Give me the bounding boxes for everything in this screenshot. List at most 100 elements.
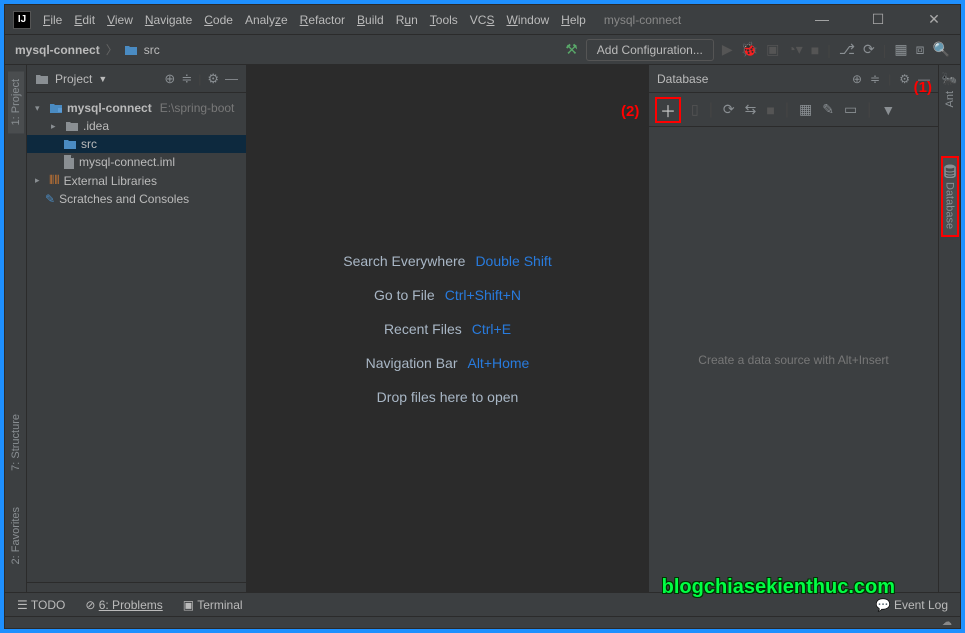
folder-icon <box>124 44 138 56</box>
breadcrumb-project[interactable]: mysql-connect <box>15 43 100 57</box>
left-gutter: 1: Project 7: Structure 2: Favorites <box>5 65 27 592</box>
run-icon[interactable]: ▶ <box>722 41 733 58</box>
menu-code[interactable]: Code <box>204 13 233 27</box>
database-panel: (2) Database ⊕ ≑ | ⚙ — ＋ ▯ | ⟳ ⇆ ■ | ▦ ✎… <box>648 65 938 592</box>
stop-icon[interactable]: ■ <box>811 42 819 58</box>
source-folder-icon <box>63 138 77 150</box>
hint-recent-label: Recent Files <box>384 321 462 337</box>
db-placeholder: Create a data source with Alt+Insert <box>698 353 888 367</box>
annotation-1: (1) <box>914 79 932 96</box>
titlebar: IJ File Edit View Navigate Code Analyze … <box>5 5 960 35</box>
navigation-bar: mysql-connect 〉 src ⚒ Add Configuration.… <box>5 35 960 65</box>
chevron-right-icon: 〉 <box>106 41 118 58</box>
gear-icon[interactable]: ⚙ <box>207 71 219 87</box>
debug-icon[interactable]: 🐞 <box>741 41 758 58</box>
breadcrumb-folder[interactable]: src <box>144 43 160 57</box>
title-project: mysql-connect <box>604 13 681 27</box>
right-gutter: 🐜 Ant Database (1) <box>938 65 960 592</box>
db-refresh-icon[interactable]: ⟳ <box>723 101 735 118</box>
window-maximize-button[interactable]: ☐ <box>860 11 896 28</box>
menu-analyze[interactable]: Analyze <box>245 13 288 27</box>
menu-navigate[interactable]: Navigate <box>145 13 192 27</box>
hammer-icon[interactable]: ⚒ <box>565 41 578 58</box>
notifications-icon[interactable]: ☁ <box>942 617 952 628</box>
main-menu: File Edit View Navigate Code Analyze Ref… <box>43 13 586 27</box>
menu-build[interactable]: Build <box>357 13 384 27</box>
window-close-button[interactable]: ✕ <box>916 11 952 28</box>
tab-favorites[interactable]: 2: Favorites <box>8 499 24 572</box>
tab-ant[interactable]: Ant <box>942 87 958 112</box>
expand-icon[interactable]: ≑ <box>181 71 192 87</box>
db-table-icon[interactable]: ▦ <box>799 101 812 118</box>
editor-empty-state: Search Everywhere Double Shift Go to File… <box>247 65 648 592</box>
menu-help[interactable]: Help <box>561 13 586 27</box>
database-panel-title: Database <box>657 72 708 86</box>
add-configuration-button[interactable]: Add Configuration... <box>586 39 714 61</box>
hint-goto-label: Go to File <box>374 287 435 303</box>
profile-icon[interactable]: ◔▾ <box>787 41 802 58</box>
app-logo-icon: IJ <box>13 11 31 29</box>
target-icon[interactable]: ⊕ <box>164 71 175 87</box>
db-gear-icon[interactable]: ⚙ <box>899 72 910 86</box>
db-console-icon[interactable]: ▭ <box>844 101 857 118</box>
tree-external-libs[interactable]: ▸ ⦀⦀ External Libraries <box>27 171 246 190</box>
status-problems[interactable]: ⊘ 6: Problems <box>85 598 162 612</box>
file-icon <box>63 155 75 169</box>
db-filter-icon[interactable]: ▼ <box>881 102 895 118</box>
window-minimize-button[interactable]: — <box>804 11 840 28</box>
db-sync-icon[interactable]: ⇆ <box>745 101 757 118</box>
menu-run[interactable]: Run <box>396 13 418 27</box>
tree-iml[interactable]: mysql-connect.iml <box>27 153 246 171</box>
hide-icon[interactable]: — <box>225 71 238 86</box>
db-target-icon[interactable]: ⊕ <box>852 72 862 86</box>
tree-src[interactable]: src <box>27 135 246 153</box>
libraries-icon: ⦀⦀ <box>49 173 60 188</box>
project-panel: Project ▼ ⊕ ≑ | ⚙ — ▾ mysql-connect E:\s… <box>27 65 247 592</box>
db-stop-icon[interactable]: ■ <box>766 102 774 118</box>
git-icon[interactable]: ⎇ <box>839 41 855 58</box>
tab-structure[interactable]: 7: Structure <box>8 406 24 479</box>
coverage-icon[interactable]: ▣ <box>766 41 779 58</box>
db-expand-icon[interactable]: ≑ <box>870 72 880 86</box>
hint-navbar-label: Navigation Bar <box>366 355 458 371</box>
project-icon <box>35 73 49 85</box>
dropdown-icon[interactable]: ▼ <box>98 74 107 84</box>
module-icon <box>49 102 63 114</box>
status-terminal[interactable]: ▣ Terminal <box>183 598 243 612</box>
menu-edit[interactable]: Edit <box>74 13 95 27</box>
db-edit-icon[interactable]: ✎ <box>822 101 834 118</box>
watermark: blogchiasekienthuc.com <box>662 576 895 599</box>
menu-window[interactable]: Window <box>506 13 549 27</box>
status-todo[interactable]: ☰ TODO <box>17 598 65 612</box>
bottom-strip: ☁ <box>5 616 960 628</box>
menu-tools[interactable]: Tools <box>430 13 458 27</box>
tree-root[interactable]: ▾ mysql-connect E:\spring-boot <box>27 99 246 117</box>
hint-goto-key: Ctrl+Shift+N <box>445 287 521 303</box>
menu-refactor[interactable]: Refactor <box>300 13 345 27</box>
tree-idea[interactable]: ▸ .idea <box>27 117 246 135</box>
hint-navbar-key: Alt+Home <box>467 355 529 371</box>
annotation-2: (2) <box>621 103 639 120</box>
tab-database[interactable]: Database <box>941 156 959 237</box>
database-icon <box>944 164 956 178</box>
project-panel-title: Project <box>55 72 92 86</box>
status-event-log[interactable]: 💬 Event Log <box>876 598 948 612</box>
menu-view[interactable]: View <box>107 13 133 27</box>
tree-scratches[interactable]: ✎ Scratches and Consoles <box>27 190 246 208</box>
tab-project[interactable]: 1: Project <box>8 71 24 133</box>
folder-icon <box>65 120 79 132</box>
search-everywhere-icon[interactable]: ⧈ <box>916 41 925 58</box>
search-icon[interactable]: 🔍 <box>933 41 950 58</box>
scratches-icon: ✎ <box>45 192 55 206</box>
menu-vcs[interactable]: VCS <box>470 13 495 27</box>
menu-file[interactable]: File <box>43 13 62 27</box>
structure-icon[interactable]: ▦ <box>894 41 907 58</box>
project-tree: ▾ mysql-connect E:\spring-boot ▸ .idea s… <box>27 93 246 582</box>
hint-recent-key: Ctrl+E <box>472 321 511 337</box>
update-icon[interactable]: ⟳ <box>863 41 875 58</box>
hint-search-label: Search Everywhere <box>343 253 465 269</box>
hint-search-key: Double Shift <box>475 253 551 269</box>
db-copy-icon[interactable]: ▯ <box>691 101 699 118</box>
add-datasource-button[interactable]: ＋ <box>655 97 681 123</box>
ant-icon[interactable]: 🐜 <box>941 71 957 87</box>
